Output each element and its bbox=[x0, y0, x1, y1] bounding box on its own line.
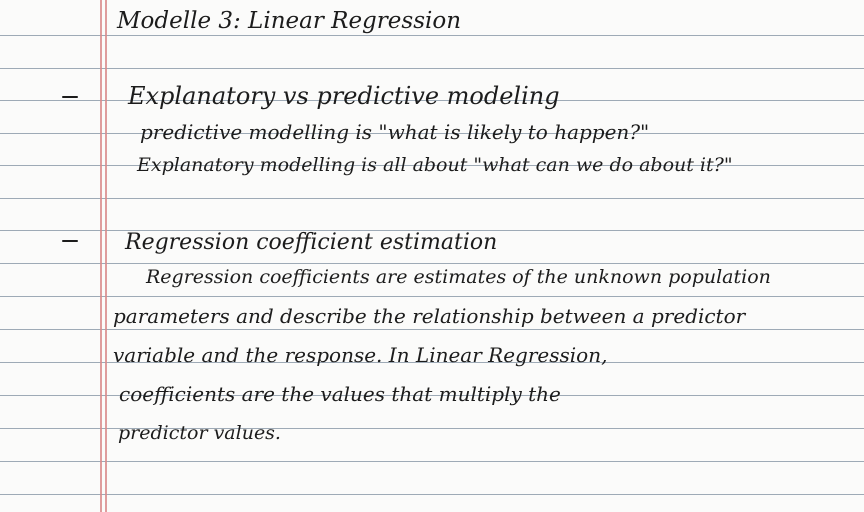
note-line: predictive modelling is "what is likely … bbox=[140, 120, 650, 144]
rule-line bbox=[0, 461, 864, 462]
note-line: Explanatory modelling is all about "what… bbox=[137, 154, 733, 176]
section-heading: Explanatory vs predictive modeling bbox=[128, 82, 560, 110]
rule-line bbox=[0, 68, 864, 69]
bullet-dash bbox=[62, 240, 78, 242]
bullet-dash bbox=[62, 96, 78, 98]
rule-line bbox=[0, 263, 864, 264]
notebook-page: Modelle 3: Linear Regression Explanatory… bbox=[0, 0, 864, 512]
rule-line bbox=[0, 198, 864, 199]
margin-line bbox=[105, 0, 107, 512]
note-line: coefficients are the values that multipl… bbox=[119, 382, 561, 406]
note-line: parameters and describe the relationship… bbox=[113, 304, 746, 328]
note-line: predictor values. bbox=[118, 422, 281, 444]
page-title: Modelle 3: Linear Regression bbox=[117, 8, 462, 34]
rule-line bbox=[0, 494, 864, 495]
rule-line bbox=[0, 35, 864, 36]
rule-line bbox=[0, 329, 864, 330]
note-line: variable and the response. In Linear Reg… bbox=[113, 343, 608, 367]
rule-line bbox=[0, 296, 864, 297]
margin-line bbox=[100, 0, 102, 512]
section-heading: Regression coefficient estimation bbox=[125, 230, 498, 255]
note-line: Regression coefficients are estimates of… bbox=[146, 266, 771, 288]
